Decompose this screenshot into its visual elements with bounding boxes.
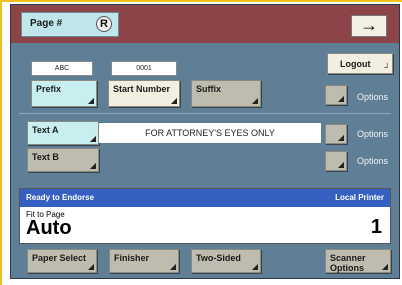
start-number-button[interactable]: Start Number ◢ [108,80,180,107]
prefix-button-label: Prefix [36,84,62,94]
fit-mode-value: Auto [26,217,72,239]
top-accent-edge [0,0,402,2]
page-number-tab-label: Page # [30,18,63,29]
left-accent-edge [0,0,2,285]
arrow-icon: ◢ [170,96,177,105]
start-number-button-label: Start Number [113,84,171,94]
suffix-button[interactable]: Suffix ◢ [191,80,261,107]
logout-button[interactable]: Logout ┘ [327,53,393,74]
finisher-button[interactable]: Finisher ◢ [109,249,179,273]
logout-label: Logout [340,59,371,69]
endorse-panel: Page # R → Logout ┘ ABC 0001 Prefix ◢ St… [10,4,400,279]
suffix-options-button[interactable]: ◢ [325,85,347,105]
arrow-icon: ◢ [251,262,258,271]
arrow-icon: ◢ [89,134,96,143]
scanner-options-button[interactable]: Scanner Options ◢ [325,249,391,273]
suffix-options-label: Options [357,92,389,102]
text-b-button-label: Text B [32,152,59,162]
arrow-icon: ◢ [87,262,94,271]
status-message: Ready to Endorse [26,193,95,202]
two-sided-button-label: Two-Sided [196,253,241,263]
paper-select-button-label: Paper Select [32,253,87,263]
text-a-options-button[interactable]: ◢ [325,124,347,144]
status-display: Ready to Endorse Local Printer Fit to Pa… [19,188,391,244]
arrow-icon: ◢ [337,94,344,103]
text-a-button[interactable]: Text A ◢ [27,121,99,145]
finisher-button-label: Finisher [114,253,150,263]
status-header: Ready to Endorse Local Printer [20,189,390,207]
arrow-icon: ◢ [87,96,94,105]
arrow-icon: ◢ [337,160,344,169]
arrow-icon: ◢ [89,161,96,170]
scanner-options-button-label: Scanner Options [330,253,366,273]
prefix-button[interactable]: Prefix ◢ [31,80,97,107]
text-b-options-label: Options [357,156,389,166]
start-number-value: 0001 [111,61,177,76]
prefix-value: ABC [31,61,93,76]
text-b-button[interactable]: Text B ◢ [27,148,99,172]
page-number-tab[interactable]: Page # R [21,12,119,37]
registered-mark-icon: R [96,16,112,32]
arrow-icon: ◢ [251,96,258,105]
arrow-icon: ◢ [337,133,344,142]
paper-select-button[interactable]: Paper Select ◢ [27,249,97,273]
two-sided-button[interactable]: Two-Sided ◢ [191,249,261,273]
text-a-options-label: Options [357,129,389,139]
arrow-icon: ◢ [381,262,388,271]
copy-count: 1 [370,216,382,238]
endorse-text-field[interactable]: FOR ATTORNEY'S EYES ONLY [99,123,321,143]
text-a-button-label: Text A [32,125,59,135]
printer-location: Local Printer [335,193,384,202]
section-divider [19,113,391,114]
corner-arrow-icon: ┘ [384,63,390,72]
suffix-button-label: Suffix [196,84,222,94]
next-arrow-button[interactable]: → [351,15,387,37]
arrow-icon: ◢ [169,262,176,271]
top-bar: Page # R → [11,5,399,43]
text-b-options-button[interactable]: ◢ [325,151,347,171]
